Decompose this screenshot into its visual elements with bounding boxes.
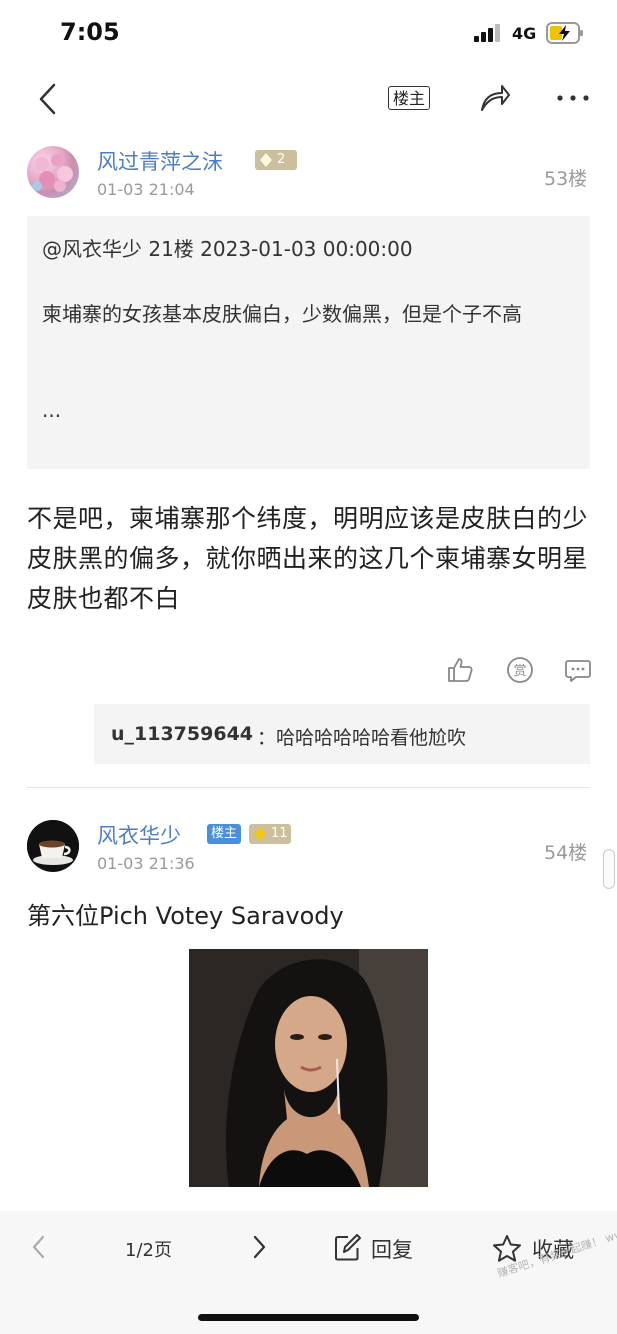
status-bar: 7:05 4G — [0, 0, 617, 66]
level-badge: 11 — [249, 824, 291, 844]
portrait-photo-image — [189, 949, 428, 1187]
op-badge: 楼主 — [207, 824, 241, 844]
scroll-handle[interactable] — [603, 849, 615, 889]
level-number: 11 — [271, 826, 288, 841]
network-type: 4G — [512, 24, 537, 43]
post-time: 01-03 21:36 — [97, 854, 195, 873]
page-indicator[interactable]: 1/2页 — [125, 1236, 172, 1262]
comment-icon[interactable] — [564, 656, 592, 684]
previous-page-icon[interactable] — [30, 1234, 48, 1260]
quote-ellipsis: ... — [42, 398, 62, 422]
username[interactable]: 风衣华少 — [97, 820, 181, 850]
battery-charging-icon — [546, 22, 583, 44]
reply-edit-icon[interactable] — [332, 1233, 362, 1263]
more-icon[interactable] — [556, 90, 590, 106]
level-badge: 2 — [255, 150, 297, 170]
coffee-cup-avatar-image — [27, 820, 79, 872]
cellular-signal-icon — [474, 24, 500, 42]
reward-icon[interactable]: 赏 — [506, 656, 534, 684]
cherry-blossom-avatar-image — [32, 154, 73, 192]
floor-number: 54楼 — [544, 842, 588, 864]
username[interactable]: 风过青萍之沫 — [97, 146, 223, 176]
reply-text: ：哈哈哈哈哈哈看他尬吹 — [257, 727, 467, 749]
back-icon[interactable] — [34, 82, 64, 116]
post-body: 不是吧，柬埔寨那个纬度，明明应该是皮肤白的少皮肤黑的偏多，就你晒出来的这几个柬埔… — [27, 504, 589, 613]
quote-header: @风衣华少 21楼 2023-01-03 00:00:00 — [42, 237, 413, 261]
diamond-icon — [254, 827, 266, 841]
floor-number: 53楼 — [544, 168, 588, 190]
status-time: 7:05 — [60, 18, 120, 46]
reply-button[interactable]: 回复 — [371, 1234, 413, 1264]
only-op-button[interactable]: 楼主 — [388, 86, 430, 110]
reward-label: 赏 — [513, 664, 526, 679]
avatar[interactable] — [27, 146, 79, 198]
home-indicator[interactable] — [198, 1314, 419, 1321]
post-photo[interactable] — [189, 949, 428, 1187]
share-icon[interactable] — [478, 82, 512, 114]
level-number: 2 — [277, 152, 286, 167]
next-page-icon[interactable] — [250, 1234, 268, 1260]
post-divider — [27, 787, 590, 788]
quote-body: 柬埔寨的女孩基本皮肤偏白，少数偏黑，但是个子不高 — [42, 302, 522, 326]
post-time: 01-03 21:04 — [97, 180, 195, 199]
diamond-icon — [260, 153, 272, 167]
avatar[interactable] — [27, 820, 79, 872]
reply-username[interactable]: u_113759644 — [111, 723, 253, 745]
post-body: 第六位Pich Votey Saravody — [27, 902, 344, 930]
like-icon[interactable] — [446, 656, 474, 684]
